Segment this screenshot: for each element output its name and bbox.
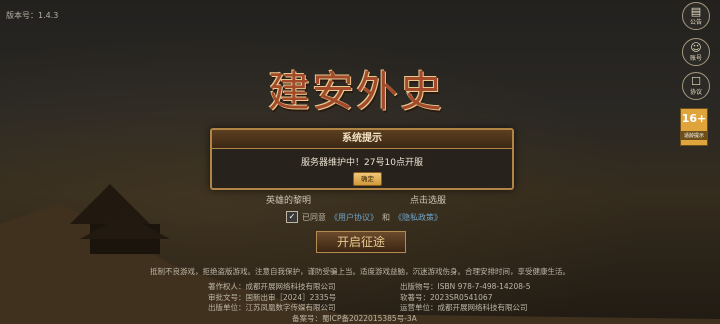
credit-text: 软著号：2023SR0541067 — [400, 292, 493, 302]
credit-text: 运营单位：成都开展网络科技有限公司 — [400, 303, 528, 312]
credit-text: 审批文号：国新出审［2024］2335号 — [208, 292, 337, 302]
credits-block: 著作权人：成都开展网络科技有限公司 出版物号：ISBN 978-7-498-142… — [208, 282, 530, 324]
agreement-label: 协议 — [689, 89, 702, 96]
account-button[interactable]: ☺ 账号 — [682, 38, 710, 66]
select-server-button[interactable]: 点击选服 — [410, 193, 446, 206]
credits-row: 著作权人：成都开展网络科技有限公司 出版物号：ISBN 978-7-498-142… — [208, 282, 530, 293]
age-rating: 16+ — [681, 112, 707, 125]
credit-text: 备案号：蜀ICP备2022015385号-3A — [292, 313, 417, 323]
credits-row: 备案号：蜀ICP备2022015385号-3A — [208, 314, 530, 324]
age-rating-badge[interactable]: 16+ 适龄提示 — [680, 108, 708, 146]
game-logo: 建安外史 — [268, 67, 445, 116]
dialog-title: 系统提示 — [212, 130, 512, 149]
system-dialog: 系统提示 服务器维护中！27号10点开服 确定 — [210, 128, 514, 190]
age-tip-label: 适龄提示 — [681, 131, 707, 140]
credit-text: 出版单位：江苏凤凰数字传媒有限公司 — [208, 303, 336, 312]
agree-checkbox[interactable]: ✓ — [286, 211, 298, 223]
scroll-icon: ▤ — [690, 5, 702, 18]
agree-prefix: 已同意 — [302, 212, 326, 222]
notice-button[interactable]: ▤ 公告 — [682, 2, 710, 30]
credits-row: 出版单位：江苏凤凰数字传媒有限公司 运营单位：成都开展网络科技有限公司 — [208, 303, 530, 314]
agree-and: 和 — [382, 212, 390, 222]
privacy-policy-link[interactable]: 《隐私政策》 — [394, 212, 442, 223]
version-label: 版本号：1.4.3 — [6, 11, 59, 20]
agreement-button[interactable]: ☐ 协议 — [682, 72, 710, 100]
notice-label: 公告 — [689, 19, 702, 26]
credit-text: 出版物号：ISBN 978-7-498-14208-5 — [400, 282, 531, 291]
account-label: 账号 — [689, 55, 702, 62]
hero-dawn-label: 英雄的黎明 — [266, 196, 312, 206]
start-journey-button[interactable]: 开启征途 — [316, 231, 406, 253]
user-icon: ☺ — [690, 41, 702, 54]
user-agreement-link[interactable]: 《用户协议》 — [330, 212, 378, 223]
credit-text: 著作权人：成都开展网络科技有限公司 — [208, 282, 336, 291]
health-notice: 抵制不良游戏，拒绝盗版游戏。注意自我保护，谨防受骗上当。适度游戏益脑，沉迷游戏伤… — [150, 267, 570, 276]
credits-row: 审批文号：国新出审［2024］2335号 软著号：2023SR0541067 — [208, 293, 530, 304]
document-icon: ☐ — [691, 75, 701, 88]
agreement-row: ✓ 已同意 《用户协议》 和 《隐私政策》 — [286, 211, 442, 223]
confirm-button[interactable]: 确定 — [353, 172, 382, 186]
dialog-message: 服务器维护中！27号10点开服 — [301, 158, 423, 168]
